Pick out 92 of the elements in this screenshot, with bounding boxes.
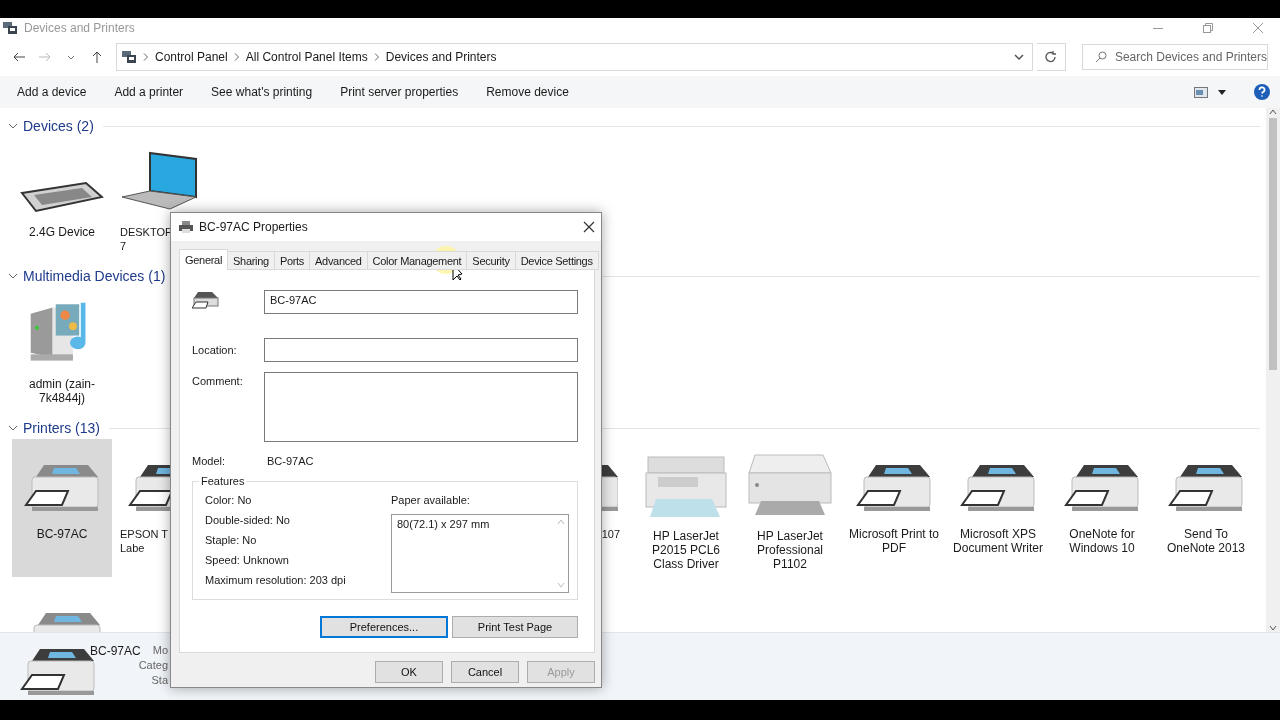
location-label: Location: bbox=[192, 344, 238, 356]
device-label: BC-97AC bbox=[35, 527, 89, 541]
window-title: Devices and Printers bbox=[24, 21, 136, 35]
detail-label: Sta bbox=[151, 674, 168, 686]
group-title[interactable]: Devices (2) bbox=[23, 118, 94, 134]
collapse-chevron-icon[interactable] bbox=[8, 425, 18, 431]
view-icon[interactable] bbox=[1194, 86, 1208, 98]
device-label: DESKTOP 7 bbox=[119, 225, 173, 253]
refresh-icon bbox=[1045, 51, 1057, 63]
dialog-button[interactable]: Cancel bbox=[451, 661, 519, 683]
device-label: Microsoft Print to PDF bbox=[848, 527, 940, 555]
device-label: HP LaserJet Professional P1102 bbox=[755, 529, 824, 571]
device-label: 107 bbox=[601, 527, 621, 541]
toolbar-button[interactable]: Add a printer bbox=[114, 85, 184, 99]
keyboard-icon bbox=[20, 179, 104, 215]
device-tile[interactable]: admin (zain-7k4844j) bbox=[12, 287, 112, 411]
caret-icon[interactable] bbox=[1218, 89, 1226, 95]
group-title[interactable]: Multimedia Devices (1) bbox=[23, 268, 166, 284]
tab[interactable]: Sharing bbox=[227, 251, 275, 270]
device-label: 2.4G Device bbox=[28, 225, 96, 239]
device-label: OneNote for Windows 10 bbox=[1068, 527, 1136, 555]
dialog-title: BC-97AC Properties bbox=[199, 220, 309, 234]
tab[interactable]: Device Settings bbox=[514, 251, 599, 270]
collapse-chevron-icon[interactable] bbox=[8, 123, 18, 129]
device-label: Microsoft XPS Document Writer bbox=[952, 527, 1044, 555]
comment-label: Comment: bbox=[192, 375, 244, 387]
dialog-button[interactable]: Print Test Page bbox=[452, 616, 578, 638]
refresh-button[interactable] bbox=[1037, 43, 1066, 71]
tab[interactable]: Security bbox=[466, 251, 516, 270]
tab[interactable]: General bbox=[179, 249, 229, 270]
location-field[interactable] bbox=[264, 338, 578, 362]
multifunction-printer-icon bbox=[642, 453, 730, 519]
help-icon[interactable] bbox=[1254, 84, 1270, 100]
group-title[interactable]: Printers (13) bbox=[23, 420, 101, 436]
back-arrow-icon[interactable] bbox=[13, 52, 25, 62]
device-tile[interactable]: BC-97AC bbox=[12, 439, 112, 577]
breadcrumb-item[interactable]: All Control Panel Items bbox=[245, 50, 368, 64]
search-field[interactable]: Search Devices and Printers bbox=[1082, 44, 1268, 70]
paper-item[interactable]: 80(72.1) x 297 mm bbox=[397, 518, 549, 530]
up-arrow-icon[interactable] bbox=[92, 51, 102, 63]
address-bar[interactable]: Control Panel All Control Panel Items Devices and Printers bbox=[116, 43, 1033, 71]
paper-list[interactable]: 80(72.1) x 297 mm bbox=[391, 514, 569, 593]
toolbar-button[interactable]: Remove device bbox=[486, 85, 569, 99]
printer-icon bbox=[192, 290, 220, 310]
dropdown-icon[interactable] bbox=[67, 54, 75, 60]
feature-text: Double-sided: No bbox=[205, 514, 291, 526]
dialog-button[interactable]: Preferences... bbox=[320, 616, 448, 638]
device-label: admin (zain-7k4844j) bbox=[28, 377, 96, 405]
dialog-button[interactable]: OK bbox=[375, 661, 443, 683]
detail-label: Mo bbox=[152, 644, 168, 656]
model-value: BC-97AC bbox=[267, 455, 314, 467]
scroll-up-icon[interactable] bbox=[1269, 108, 1277, 116]
device-tile[interactable]: OneNote for Windows 10 bbox=[1052, 439, 1152, 577]
feature-text: Staple: No bbox=[205, 534, 258, 546]
breadcrumb-item[interactable]: Devices and Printers bbox=[385, 50, 497, 64]
device-tile[interactable]: HP LaserJet Professional P1102 bbox=[740, 439, 840, 577]
device-name: BC-97AC bbox=[90, 644, 138, 660]
detail-label: Categ bbox=[138, 659, 168, 671]
chevron-icon bbox=[143, 53, 149, 61]
device-tile[interactable]: Microsoft Print to PDF bbox=[844, 439, 944, 577]
feature-text: Maximum resolution: 203 dpi bbox=[205, 574, 347, 586]
control-panel-icon bbox=[121, 50, 137, 64]
collapse-chevron-icon[interactable] bbox=[8, 273, 18, 279]
paper-label: Paper available: bbox=[391, 494, 471, 506]
feature-text: Speed: Unknown bbox=[205, 554, 290, 566]
device-label: EPSON T Labe bbox=[119, 527, 169, 555]
scroll-down-icon[interactable] bbox=[1269, 624, 1277, 632]
tab[interactable]: Color Management bbox=[366, 251, 468, 270]
printer-icon bbox=[179, 221, 193, 233]
close-icon[interactable] bbox=[583, 221, 595, 233]
toolbar-button[interactable]: See what's printing bbox=[211, 85, 313, 99]
device-tile[interactable]: Microsoft XPS Document Writer bbox=[948, 439, 1048, 577]
dropdown-icon[interactable] bbox=[1014, 54, 1024, 60]
printer-name-field[interactable]: BC-97AC bbox=[264, 290, 578, 314]
restore-icon[interactable] bbox=[1203, 23, 1213, 33]
breadcrumb-item[interactable]: Control Panel bbox=[155, 50, 228, 64]
toolbar-button[interactable]: Add a device bbox=[17, 85, 87, 99]
model-label: Model: bbox=[192, 455, 227, 467]
chevron-icon bbox=[233, 53, 240, 61]
device-tile[interactable]: 2.4G Device bbox=[12, 137, 112, 259]
device-tile[interactable]: Send To OneNote 2013 bbox=[1156, 439, 1256, 577]
search-icon bbox=[1095, 51, 1107, 63]
scrollbar-thumb[interactable] bbox=[1269, 118, 1277, 370]
device-label: Send To OneNote 2013 bbox=[1165, 527, 1247, 555]
toolbar-button[interactable]: Print server properties bbox=[340, 85, 459, 99]
features-title: Features bbox=[199, 475, 247, 487]
feature-text: Color: No bbox=[205, 494, 253, 506]
device-label: HP LaserJet P2015 PCL6 Class Driver bbox=[650, 529, 722, 571]
chevron-icon bbox=[373, 53, 380, 61]
comment-field[interactable] bbox=[264, 372, 578, 442]
device-tile[interactable]: HP LaserJet P2015 PCL6 Class Driver bbox=[636, 439, 736, 577]
minimize-icon[interactable] bbox=[1153, 27, 1163, 29]
